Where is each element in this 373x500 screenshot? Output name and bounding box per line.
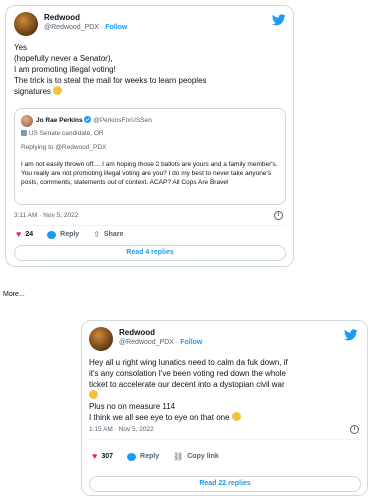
author-name[interactable]: Redwood [44, 13, 80, 22]
tweet-line: The trick is to steal the mail for weeks… [14, 76, 207, 85]
quote-text: I am not easily thrown off.... I am hopi… [21, 161, 278, 186]
quote-author: Jo Rae Perkins @PerkinsForUSSen [36, 116, 152, 124]
avatar[interactable] [89, 327, 113, 351]
share-label: Share [103, 231, 124, 238]
share-icon: ⇧ [93, 230, 100, 239]
reply-icon [127, 452, 137, 461]
read-replies-button[interactable]: Read 4 replies [14, 245, 286, 261]
tweet-line: I think we all see eye to eye on that on… [89, 413, 230, 422]
reply-button[interactable]: Reply [47, 230, 80, 239]
share-button[interactable]: ⇧ Share [93, 230, 123, 239]
tweet-timestamp[interactable]: 1:15 AM · Nov 5, 2022 [89, 426, 154, 433]
read-replies-button[interactable]: Read 22 replies [89, 476, 361, 492]
like-button[interactable]: ♥ 307 [92, 452, 113, 461]
government-badge-icon [21, 130, 27, 136]
tweet-text: Yes (hopefully never a Senator), I am pr… [14, 42, 207, 97]
heart-icon: ♥ [92, 451, 98, 461]
reply-label: Reply [140, 453, 160, 460]
tweet-actions: ♥ 307 Reply ⛓ Copy link [92, 452, 233, 462]
reply-icon [47, 230, 57, 239]
author-handle: @Redwood_PDX · Follow [44, 24, 128, 31]
like-count: 24 [25, 231, 34, 238]
twitter-bird-icon[interactable] [344, 329, 358, 341]
reply-button[interactable]: Reply [127, 452, 160, 461]
grinning-emoji [89, 390, 98, 399]
quote-handle: @PerkinsForUSSen [93, 117, 152, 124]
quote-name: Jo Rae Perkins [36, 117, 83, 124]
tweet-line: Hey all u right wing lunatics need to ca… [89, 358, 288, 367]
follow-button[interactable]: Follow [180, 339, 202, 346]
tweet-line: Plus no on measure 114 [89, 402, 176, 411]
divider [14, 225, 286, 226]
replying-to: Replying to @Redwood_PDX [21, 144, 107, 151]
handle-text[interactable]: @Redwood_PDX [119, 339, 174, 346]
follow-button[interactable]: Follow [105, 24, 127, 31]
copy-link-label: Copy link [187, 453, 219, 460]
tweet-card-2: Redwood @Redwood_PDX · Follow Hey all u … [81, 320, 368, 496]
link-icon: ⛓ [173, 452, 184, 461]
tweet-line: ticket to accelerate our decent into a d… [89, 380, 285, 389]
tweet-line: it's any consolation I've been voting re… [89, 369, 286, 378]
tweet-text: Hey all u right wing lunatics need to ca… [89, 357, 288, 423]
smiling-emoji [53, 86, 63, 95]
tweet-timestamp[interactable]: 3:11 AM · Nov 5, 2022 [14, 212, 78, 219]
quoted-tweet[interactable]: Jo Rae Perkins @PerkinsForUSSen US Senat… [14, 108, 286, 205]
quote-avatar [21, 115, 33, 127]
copy-link-button[interactable]: ⛓ Copy link [173, 452, 219, 461]
heart-icon: ♥ [16, 229, 22, 239]
tweet-line: signatures [14, 87, 51, 96]
verified-badge-icon [84, 116, 92, 123]
like-button[interactable]: ♥ 24 [16, 230, 33, 239]
tweet-line: I am promoting illegal voting! [14, 65, 116, 74]
quote-affiliation: US Senate candidate, OR [21, 130, 104, 137]
avatar[interactable] [14, 12, 38, 36]
smiling-emoji [231, 412, 241, 421]
twitter-bird-icon[interactable] [272, 14, 286, 26]
handle-text[interactable]: @Redwood_PDX [44, 24, 99, 31]
tweet-line: Yes [14, 43, 28, 52]
tweet-card-1: Redwood @Redwood_PDX · Follow Yes (hopef… [5, 5, 294, 267]
like-count: 307 [101, 453, 114, 460]
info-icon[interactable]: i [350, 425, 359, 434]
tweet-line: (hopefully never a Senator), [14, 54, 113, 63]
author-handle: @Redwood_PDX · Follow [119, 339, 203, 346]
divider [89, 439, 361, 440]
reply-label: Reply [60, 231, 80, 238]
info-icon[interactable]: i [274, 211, 283, 220]
tweet-actions: ♥ 24 Reply ⇧ Share [16, 230, 137, 240]
more-label: More... [3, 291, 25, 298]
author-name[interactable]: Redwood [119, 328, 155, 337]
affiliation-text: US Senate candidate, OR [28, 130, 104, 137]
